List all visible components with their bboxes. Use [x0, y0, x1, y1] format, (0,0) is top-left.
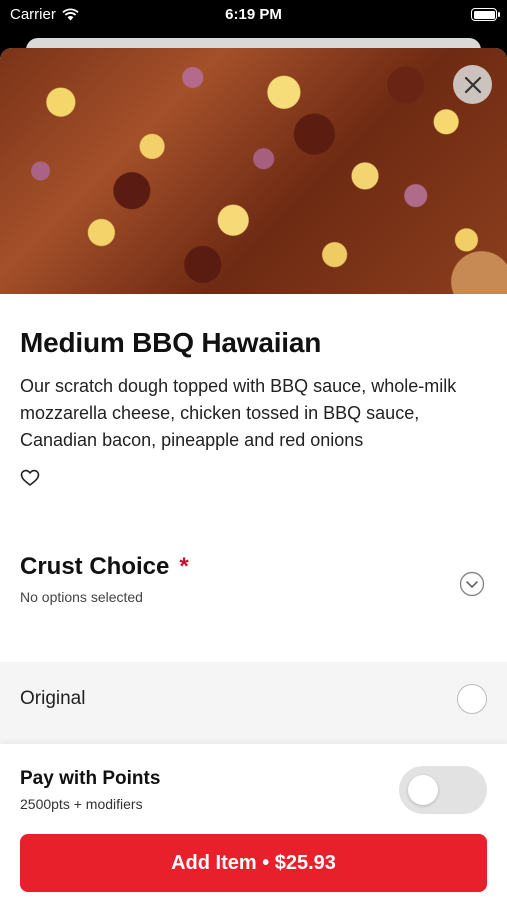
close-button[interactable] — [453, 65, 492, 104]
pay-with-points-title: Pay with Points — [20, 768, 161, 789]
status-bar: Carrier 6:19 PM — [0, 0, 507, 30]
chevron-down-icon[interactable] — [459, 571, 485, 597]
crust-choice-subtitle: No options selected — [20, 589, 143, 605]
pay-with-points-toggle[interactable] — [399, 766, 487, 814]
footer: Pay with Points 2500pts + modifiers Add … — [0, 744, 507, 900]
status-time: 6:19 PM — [225, 6, 282, 23]
item-title: Medium BBQ Hawaiian — [20, 327, 322, 358]
radio-icon[interactable] — [457, 684, 487, 714]
add-item-button[interactable]: Add Item • $25.93 — [20, 834, 487, 892]
required-marker: * — [179, 553, 189, 580]
close-icon — [464, 76, 481, 93]
item-image — [0, 48, 507, 294]
pay-with-points-subtitle: 2500pts + modifiers — [20, 796, 143, 812]
crust-option-original[interactable]: Original — [0, 662, 507, 744]
crust-choice-title: Crust Choice * — [20, 553, 487, 581]
crust-choice-section[interactable]: Crust Choice * No options selected — [0, 553, 507, 653]
toggle-knob — [408, 775, 438, 805]
item-detail-sheet: Medium BBQ Hawaiian Our scratch dough to… — [0, 48, 507, 900]
crust-title-text: Crust Choice — [20, 553, 170, 580]
item-description: Our scratch dough topped with BBQ sauce,… — [20, 376, 457, 450]
item-info: Medium BBQ Hawaiian Our scratch dough to… — [0, 327, 507, 493]
battery-icon — [471, 8, 500, 21]
option-label: Original — [20, 688, 86, 709]
heart-icon[interactable] — [20, 468, 40, 488]
